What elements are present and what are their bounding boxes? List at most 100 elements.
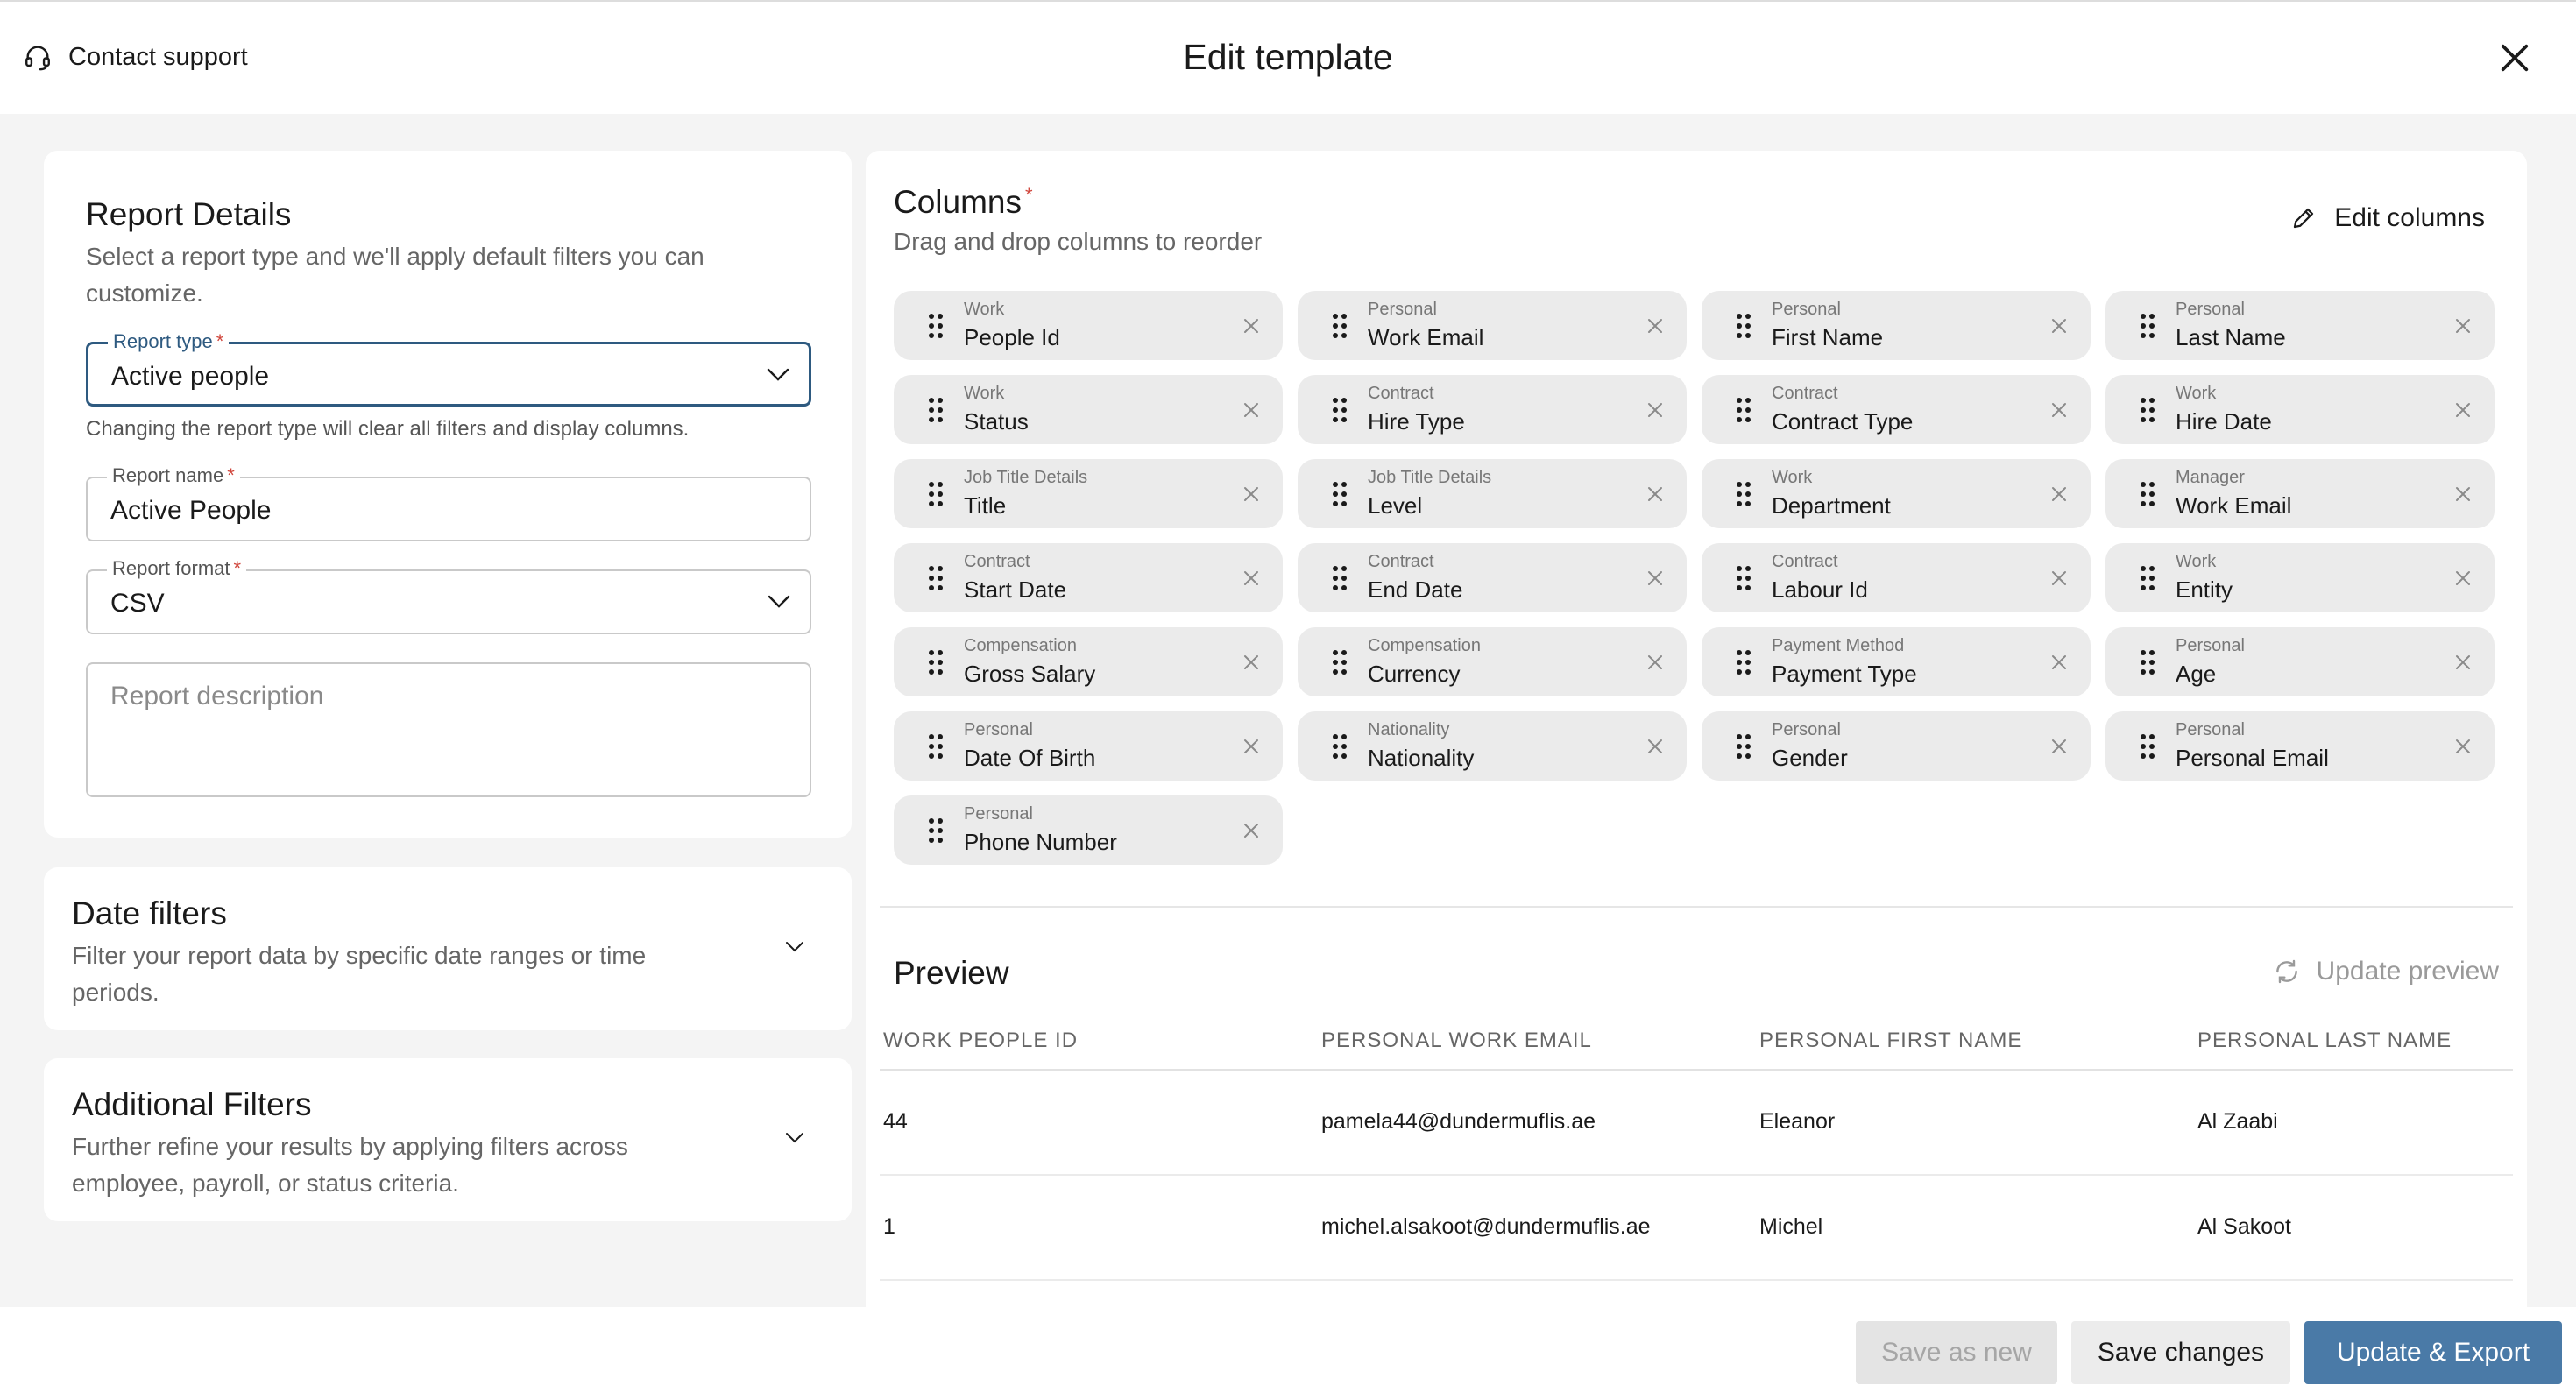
column-chip[interactable]: Payment Method Payment Type	[1702, 627, 2091, 696]
drag-handle-icon[interactable]	[927, 396, 945, 424]
drag-handle-icon[interactable]	[1735, 396, 1752, 424]
column-chip[interactable]: Work People Id	[894, 291, 1283, 360]
column-category: Personal	[2176, 720, 2245, 739]
remove-column-icon[interactable]	[1242, 569, 1260, 587]
remove-column-icon[interactable]	[2050, 485, 2068, 503]
column-name: Hire Type	[1368, 408, 1465, 435]
report-format-select[interactable]: Report format * CSV	[86, 557, 811, 634]
column-chip[interactable]: Compensation Currency	[1298, 627, 1687, 696]
drag-handle-icon[interactable]	[1735, 312, 1752, 340]
report-name-field[interactable]: Report name * Active People	[86, 464, 811, 541]
column-chip[interactable]: Manager Work Email	[2105, 459, 2495, 528]
column-chip[interactable]: Personal Last Name	[2105, 291, 2495, 360]
drag-handle-icon[interactable]	[927, 648, 945, 676]
column-chip[interactable]: Contract Labour Id	[1702, 543, 2091, 612]
remove-column-icon[interactable]	[2454, 654, 2472, 671]
drag-handle-icon[interactable]	[1735, 480, 1752, 508]
remove-column-icon[interactable]	[2454, 317, 2472, 335]
date-filters-card[interactable]: Date filters Filter your report data by …	[44, 867, 852, 1030]
chevron-down-icon[interactable]	[785, 1132, 804, 1144]
remove-column-icon[interactable]	[2050, 317, 2068, 335]
column-category: Personal	[964, 804, 1033, 824]
column-chip[interactable]: Contract Start Date	[894, 543, 1283, 612]
drag-handle-icon[interactable]	[1331, 480, 1348, 508]
drag-handle-icon[interactable]	[2139, 564, 2156, 592]
drag-handle-icon[interactable]	[1331, 564, 1348, 592]
additional-filters-card[interactable]: Additional Filters Further refine your r…	[44, 1058, 852, 1221]
remove-column-icon[interactable]	[2050, 654, 2068, 671]
remove-column-icon[interactable]	[1646, 738, 1664, 755]
remove-column-icon[interactable]	[1646, 654, 1664, 671]
drag-handle-icon[interactable]	[1735, 564, 1752, 592]
drag-handle-icon[interactable]	[2139, 648, 2156, 676]
column-chip[interactable]: Personal First Name	[1702, 291, 2091, 360]
column-chip[interactable]: Work Entity	[2105, 543, 2495, 612]
column-chip[interactable]: Contract End Date	[1298, 543, 1687, 612]
chevron-down-icon[interactable]	[785, 941, 804, 953]
drag-handle-icon[interactable]	[927, 564, 945, 592]
column-chips: Work People Id Personal Work Email Personal F…	[894, 291, 2506, 865]
remove-column-icon[interactable]	[2050, 401, 2068, 419]
remove-column-icon[interactable]	[1646, 485, 1664, 503]
column-category: Nationality	[1368, 720, 1450, 739]
column-chip[interactable]: Job Title Details Title	[894, 459, 1283, 528]
remove-column-icon[interactable]	[2454, 485, 2472, 503]
column-chip[interactable]: Work Status	[894, 375, 1283, 444]
drag-handle-icon[interactable]	[1331, 312, 1348, 340]
drag-handle-icon[interactable]	[1735, 732, 1752, 760]
drag-handle-icon[interactable]	[1331, 648, 1348, 676]
drag-handle-icon[interactable]	[2139, 480, 2156, 508]
drag-handle-icon[interactable]	[927, 312, 945, 340]
column-chip[interactable]: Personal Date Of Birth	[894, 711, 1283, 781]
column-name: Date Of Birth	[964, 745, 1096, 771]
column-name: Start Date	[964, 576, 1067, 603]
remove-column-icon[interactable]	[1242, 654, 1260, 671]
remove-column-icon[interactable]	[1646, 569, 1664, 587]
drag-handle-icon[interactable]	[2139, 732, 2156, 760]
remove-column-icon[interactable]	[1242, 401, 1260, 419]
remove-column-icon[interactable]	[2050, 738, 2068, 755]
drag-handle-icon[interactable]	[2139, 312, 2156, 340]
remove-column-icon[interactable]	[1646, 317, 1664, 335]
save-changes-button[interactable]: Save changes	[2071, 1321, 2290, 1384]
column-chip[interactable]: Personal Personal Email	[2105, 711, 2495, 781]
column-chip[interactable]: Personal Gender	[1702, 711, 2091, 781]
column-category: Contract	[1368, 552, 1434, 571]
remove-column-icon[interactable]	[2454, 569, 2472, 587]
close-icon[interactable]	[2497, 40, 2532, 75]
remove-column-icon[interactable]	[1242, 317, 1260, 335]
save-as-new-button[interactable]: Save as new	[1856, 1321, 2057, 1384]
column-chip[interactable]: Work Hire Date	[2105, 375, 2495, 444]
remove-column-icon[interactable]	[1242, 822, 1260, 839]
drag-handle-icon[interactable]	[927, 732, 945, 760]
table-cell: Michel	[1759, 1214, 1823, 1239]
column-chip[interactable]: Nationality Nationality	[1298, 711, 1687, 781]
column-chip[interactable]: Job Title Details Level	[1298, 459, 1687, 528]
drag-handle-icon[interactable]	[1331, 396, 1348, 424]
remove-column-icon[interactable]	[1242, 485, 1260, 503]
column-chip[interactable]: Work Department	[1702, 459, 2091, 528]
column-chip[interactable]: Personal Work Email	[1298, 291, 1687, 360]
column-name: Gender	[1772, 745, 1848, 771]
drag-handle-icon[interactable]	[2139, 396, 2156, 424]
report-description-field[interactable]: Report description	[86, 662, 811, 797]
drag-handle-icon[interactable]	[927, 817, 945, 845]
report-type-select[interactable]: Report type * Active people	[86, 330, 811, 407]
edit-columns-button[interactable]: Edit columns	[2290, 203, 2485, 233]
remove-column-icon[interactable]	[2050, 569, 2068, 587]
remove-column-icon[interactable]	[2454, 738, 2472, 755]
column-chip[interactable]: Personal Phone Number	[894, 795, 1283, 865]
column-header: PERSONAL WORK EMAIL	[1321, 1029, 1592, 1052]
column-chip[interactable]: Contract Contract Type	[1702, 375, 2091, 444]
remove-column-icon[interactable]	[1646, 401, 1664, 419]
update-preview-button[interactable]: Update preview	[2273, 957, 2499, 986]
column-chip[interactable]: Personal Age	[2105, 627, 2495, 696]
column-chip[interactable]: Compensation Gross Salary	[894, 627, 1283, 696]
drag-handle-icon[interactable]	[1331, 732, 1348, 760]
drag-handle-icon[interactable]	[927, 480, 945, 508]
drag-handle-icon[interactable]	[1735, 648, 1752, 676]
remove-column-icon[interactable]	[1242, 738, 1260, 755]
remove-column-icon[interactable]	[2454, 401, 2472, 419]
column-chip[interactable]: Contract Hire Type	[1298, 375, 1687, 444]
update-export-button[interactable]: Update & Export	[2304, 1321, 2562, 1384]
